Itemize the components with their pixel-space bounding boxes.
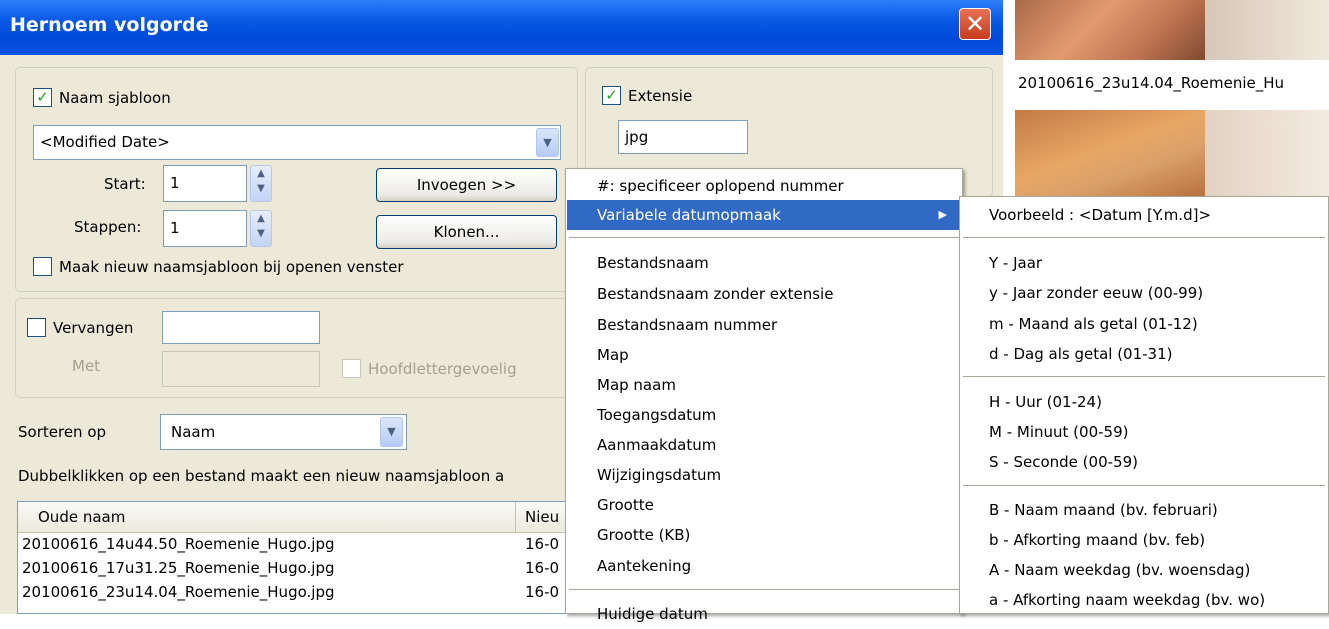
menu-item-note[interactable]: Aantekening bbox=[567, 551, 961, 581]
case-sensitive-label: Hoofdlettergevoelig bbox=[368, 360, 517, 378]
steps-label: Stappen: bbox=[74, 218, 142, 236]
menu-item-created-date[interactable]: Aanmaakdatum bbox=[567, 430, 961, 460]
chevron-down-icon[interactable]: ▼ bbox=[536, 128, 559, 157]
chevron-down-icon[interactable]: ▼ bbox=[380, 417, 403, 447]
case-sensitive-checkbox[interactable] bbox=[342, 359, 361, 378]
submenu-item-weekday-name[interactable]: A - Naam weekdag (bv. woensdag) bbox=[961, 555, 1327, 585]
column-header-old-name[interactable]: Oude naam bbox=[38, 508, 125, 526]
sort-label: Sorteren op bbox=[18, 423, 107, 441]
submenu-item-hour[interactable]: H - Uur (01-24) bbox=[961, 387, 1327, 417]
menu-separator bbox=[963, 376, 1325, 377]
template-combobox[interactable]: <Modified Date> bbox=[33, 125, 561, 160]
with-input[interactable] bbox=[162, 351, 320, 387]
menu-separator bbox=[963, 485, 1325, 486]
new-on-open-label: Maak nieuw naamsjabloon bij openen venst… bbox=[59, 258, 404, 276]
menu-separator bbox=[963, 237, 1325, 238]
extension-checkbox[interactable]: ✓ bbox=[602, 86, 621, 105]
submenu-item-minute[interactable]: M - Minuut (00-59) bbox=[961, 417, 1327, 447]
with-label: Met bbox=[72, 357, 101, 375]
menu-item-folder-name[interactable]: Map naam bbox=[567, 370, 961, 400]
menu-separator bbox=[569, 237, 959, 238]
menu-item-filename[interactable]: Bestandsnaam bbox=[567, 248, 961, 278]
thumbnail-image bbox=[1015, 0, 1205, 60]
table-cell[interactable]: 16-0 bbox=[525, 583, 559, 601]
menu-item-sequence-number[interactable]: #: specificeer oplopend nummer bbox=[567, 171, 961, 201]
start-input[interactable]: 1 bbox=[163, 165, 247, 202]
table-row[interactable]: 20100616_14u44.50_Roemenie_Hugo.jpg bbox=[22, 535, 334, 553]
submenu-item-year[interactable]: Y - Jaar bbox=[961, 248, 1327, 278]
thumbnail-caption: 20100616_23u14.04_Roemenie_Hu bbox=[1018, 74, 1285, 92]
start-spin-icon[interactable]: ▲ ▼ bbox=[250, 165, 272, 202]
table-cell[interactable]: 16-0 bbox=[525, 535, 559, 553]
sort-combobox[interactable]: Naam bbox=[160, 414, 407, 450]
insert-context-menu: #: specificeer oplopend nummer Variabele… bbox=[565, 168, 963, 623]
submenu-item-month-name[interactable]: B - Naam maand (bv. februari) bbox=[961, 495, 1327, 525]
file-list: Oude naam Nieu 20100616_14u44.50_Roemeni… bbox=[17, 501, 577, 614]
menu-item-size[interactable]: Grootte bbox=[567, 490, 961, 520]
menu-item-filename-no-ext[interactable]: Bestandsnaam zonder extensie bbox=[567, 279, 961, 309]
steps-spin-icon[interactable]: ▲ ▼ bbox=[250, 210, 272, 247]
column-divider[interactable] bbox=[515, 502, 516, 532]
template-checkbox[interactable]: ✓ bbox=[33, 88, 52, 107]
date-format-submenu: Voorbeeld : <Datum [Y.m.d]> Y - Jaar y -… bbox=[959, 196, 1329, 614]
menu-item-label: Variabele datumopmaak bbox=[597, 206, 781, 224]
steps-input[interactable]: 1 bbox=[163, 210, 247, 247]
menu-separator bbox=[569, 589, 959, 590]
submenu-item-second[interactable]: S - Seconde (00-59) bbox=[961, 447, 1327, 477]
insert-button[interactable]: Invoegen >> bbox=[376, 168, 557, 202]
thumbnail-image bbox=[1205, 110, 1329, 200]
submenu-arrow-icon: ▶ bbox=[938, 208, 947, 221]
submenu-item-weekday-abbr[interactable]: a - Afkorting naam weekdag (bv. wo) bbox=[961, 585, 1327, 615]
new-on-open-checkbox[interactable] bbox=[33, 257, 52, 276]
date-example-item[interactable]: Voorbeeld : <Datum [Y.m.d]> bbox=[961, 200, 1327, 230]
close-button[interactable]: ✕ bbox=[959, 8, 991, 40]
template-checkbox-label: Naam sjabloon bbox=[59, 89, 171, 107]
submenu-item-day-number[interactable]: d - Dag als getal (01-31) bbox=[961, 339, 1327, 369]
clone-button[interactable]: Klonen... bbox=[376, 215, 557, 249]
thumbnail-image bbox=[1015, 110, 1205, 200]
hint-text: Dubbelklikken op een bestand maakt een n… bbox=[18, 467, 505, 485]
menu-item-folder[interactable]: Map bbox=[567, 340, 961, 370]
start-label: Start: bbox=[104, 175, 146, 193]
menu-item-access-date[interactable]: Toegangsdatum bbox=[567, 400, 961, 430]
thumbnail-image bbox=[1205, 0, 1329, 60]
column-header-new-name[interactable]: Nieu bbox=[525, 508, 559, 526]
replace-input[interactable] bbox=[162, 311, 320, 344]
table-cell[interactable]: 16-0 bbox=[525, 559, 559, 577]
submenu-item-month-number[interactable]: m - Maand als getal (01-12) bbox=[961, 309, 1327, 339]
menu-item-size-kb[interactable]: Grootte (KB) bbox=[567, 520, 961, 550]
menu-item-filename-number[interactable]: Bestandsnaam nummer bbox=[567, 310, 961, 340]
table-row[interactable]: 20100616_23u14.04_Roemenie_Hugo.jpg bbox=[22, 583, 334, 601]
submenu-item-month-abbr[interactable]: b - Afkorting maand (bv. feb) bbox=[961, 525, 1327, 555]
replace-checkbox-label: Vervangen bbox=[53, 319, 134, 337]
window-title: Hernoem volgorde bbox=[10, 14, 209, 36]
menu-item-modified-date[interactable]: Wijzigingsdatum bbox=[567, 460, 961, 490]
submenu-item-year-short[interactable]: y - Jaar zonder eeuw (00-99) bbox=[961, 278, 1327, 308]
table-row[interactable]: 20100616_17u31.25_Roemenie_Hugo.jpg bbox=[22, 559, 334, 577]
replace-checkbox[interactable] bbox=[27, 318, 46, 337]
menu-item-variable-date-format[interactable]: Variabele datumopmaak ▶ bbox=[567, 200, 961, 230]
menu-item-current-date[interactable]: Huidige datum bbox=[567, 599, 961, 629]
extension-input[interactable]: jpg bbox=[618, 120, 748, 154]
extension-checkbox-label: Extensie bbox=[628, 87, 693, 105]
